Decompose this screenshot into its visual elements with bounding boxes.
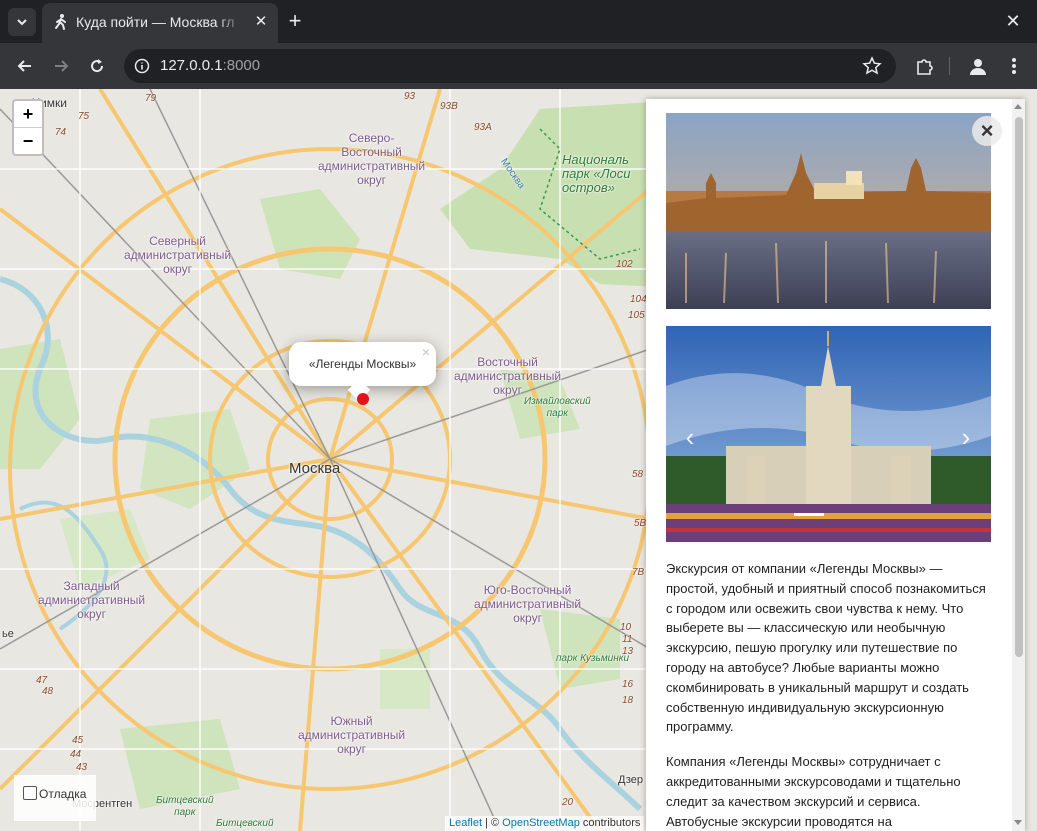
road-number: 10 (620, 622, 632, 633)
map-label-izmailovo-park: Измайловский парк (524, 396, 591, 419)
description-paragraph: Компания «Легенды Москвы» сотрудничает с… (666, 754, 961, 829)
arrow-right-icon (55, 60, 69, 72)
debug-checkbox[interactable] (23, 786, 37, 800)
map-label-dzer: Дзер (618, 774, 643, 786)
tab-close-icon[interactable]: ✕ (252, 13, 270, 31)
road-number: 104 (630, 294, 647, 305)
tab-title-fade (217, 13, 243, 33)
map-label-ne-okrug: Северо- Восточный административный округ (318, 131, 426, 187)
road-number: 7В (632, 567, 645, 578)
panel-close-button[interactable]: × (972, 116, 1002, 146)
new-tab-button[interactable]: + (284, 10, 306, 32)
road-number: 18 (622, 695, 634, 706)
map-label-ye: ье (2, 628, 14, 640)
road-number: 5В (634, 518, 647, 529)
scroll-up-arrow[interactable] (1014, 104, 1022, 109)
map-label-w-okrug: Западный административный округ (38, 579, 146, 621)
popup-close-button[interactable]: × (422, 344, 430, 360)
road-number: 11 (622, 634, 633, 645)
road-number: 16 (622, 679, 634, 690)
place-photo-msu (666, 326, 991, 542)
road-number: 20 (562, 797, 574, 808)
panel-scrollbar[interactable] (1012, 99, 1025, 831)
site-info-icon[interactable] (134, 58, 150, 74)
reload-icon (91, 59, 104, 73)
road-number: 58 (632, 469, 644, 480)
more-vert-icon (1012, 58, 1016, 74)
road-number: 45 (72, 735, 84, 746)
road-number: 79 (145, 93, 157, 104)
attribution-contributors: contributors (579, 817, 641, 829)
place-photo-kremlin (666, 113, 991, 309)
bookmark-star-icon[interactable] (862, 56, 882, 76)
back-button[interactable] (11, 52, 39, 80)
carousel-prev-button[interactable]: ‹ (678, 424, 702, 450)
arrow-left-icon (17, 60, 31, 72)
road-number: 102 (616, 259, 633, 270)
map-label-s-okrug: Южный административный округ (298, 714, 406, 756)
road-number: 93 (404, 91, 416, 102)
forward-button[interactable] (47, 52, 75, 80)
profile-button[interactable] (966, 54, 990, 78)
url-port: :8000 (222, 57, 261, 74)
attribution-sep: | © (482, 817, 503, 829)
map-label-e-okrug: Восточный административный округ (454, 355, 562, 397)
zoom-control: + − (12, 99, 44, 156)
walking-person-icon (55, 14, 66, 30)
map-label-national-park: Националь парк «Лоси остров» (562, 152, 631, 195)
place-description: Экскурсия от компании «Легенды Москвы» —… (666, 559, 994, 831)
map-attribution: Leaflet | © OpenStreetMap contributors (445, 816, 645, 831)
address-bar[interactable]: 127.0.0.1:8000 (124, 49, 896, 83)
map-popup: «Легенды Москвы» × (289, 342, 436, 402)
chevron-down-icon (17, 19, 27, 26)
scroll-thumb[interactable] (1015, 117, 1023, 657)
carousel-next-button[interactable]: › (954, 424, 978, 450)
zoom-out-button[interactable]: − (14, 127, 42, 154)
toolbar-divider (949, 57, 950, 75)
leaflet-link[interactable]: Leaflet (449, 817, 482, 829)
description-paragraph: Экскурсия от компании «Легенды Москвы» —… (666, 561, 986, 735)
puzzle-icon (917, 59, 933, 75)
zoom-in-button[interactable]: + (14, 101, 42, 127)
tab-bar: Куда пойти — Москва гл ✕ + ✕ (0, 0, 1037, 43)
map-label-kuzminki-park: парк Кузьминки (556, 653, 630, 664)
map-label-bitsevsky-park: Битцевский парк (156, 795, 214, 818)
map-label-moscow: Москва (289, 460, 341, 477)
tab-list-button[interactable] (8, 8, 36, 36)
url-text: 127.0.0.1:8000 (160, 57, 260, 74)
road-number: 47 (36, 675, 48, 686)
road-number: 44 (70, 749, 82, 760)
place-details-panel: × ‹ › Экскурсия от компании «Легенды Мос… (646, 99, 1025, 831)
road-number: 75 (78, 111, 90, 122)
map-label-bitsevsky: Битцевский (216, 818, 274, 829)
road-number: 48 (42, 686, 54, 697)
extensions-button[interactable] (913, 54, 937, 78)
road-number: 105 (628, 310, 645, 321)
carousel-indicator[interactable] (794, 513, 824, 516)
osm-link[interactable]: OpenStreetMap (502, 817, 580, 829)
map-label-se-okrug: Юго-Восточный административный округ (474, 583, 582, 625)
road-number: 93А (474, 122, 492, 133)
debug-label: Отладка (39, 787, 87, 801)
url-host: 127.0.0.1 (160, 57, 223, 74)
debug-control: Отладка (14, 775, 96, 821)
tab-active[interactable]: Куда пойти — Москва гл ✕ (42, 3, 278, 43)
road-number: 74 (55, 127, 67, 138)
reload-button[interactable] (83, 52, 111, 80)
road-number: 43 (76, 762, 88, 773)
page-viewport: Химки Северо- Восточный административный… (0, 89, 1037, 831)
scroll-down-arrow[interactable] (1014, 820, 1022, 825)
road-number: 13 (622, 646, 634, 657)
popup-text: «Легенды Москвы» (308, 357, 417, 371)
road-number: 93В (440, 101, 458, 112)
browser-menu-button[interactable] (1002, 54, 1026, 78)
window-close-button[interactable]: ✕ (1002, 10, 1024, 32)
browser-toolbar: 127.0.0.1:8000 (0, 43, 1037, 89)
map-label-n-okrug: Северный административный округ (124, 234, 232, 276)
profile-icon (970, 59, 986, 75)
map-marker-icon[interactable] (356, 392, 370, 406)
